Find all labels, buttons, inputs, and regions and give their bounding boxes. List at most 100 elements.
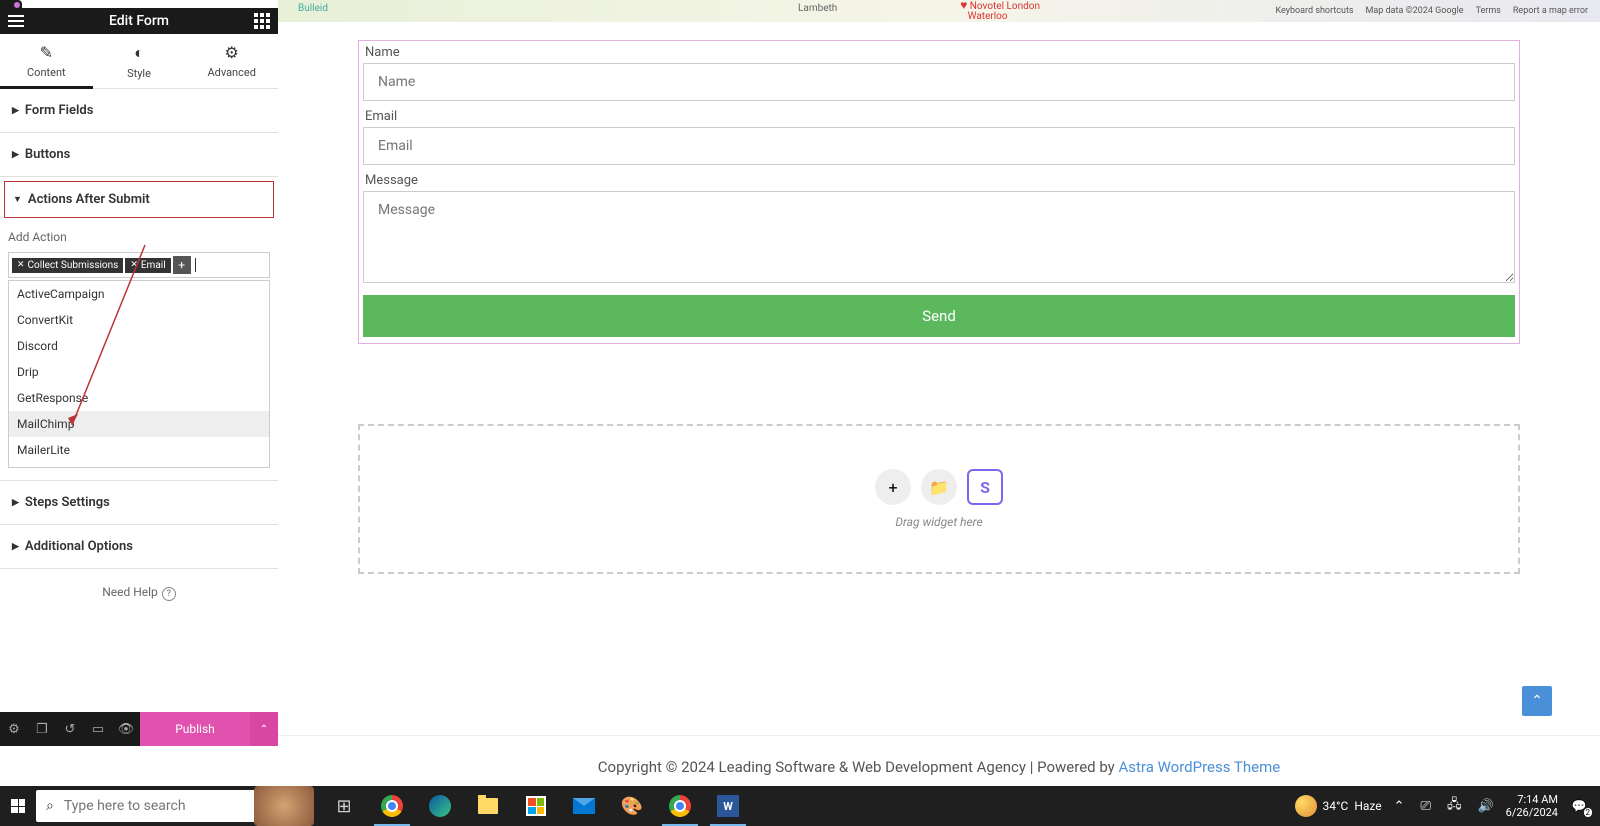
taskbar-search[interactable]: ⌕	[36, 790, 314, 822]
close-icon[interactable]: ✕	[17, 260, 25, 270]
dropdown-item[interactable]: Drip	[9, 359, 269, 385]
history-icon[interactable]: ↺	[56, 712, 84, 746]
dropdown-item[interactable]: Slack	[9, 463, 269, 468]
actions-dropdown[interactable]: ActiveCampaign ConvertKit Discord Drip G…	[8, 280, 270, 468]
close-icon[interactable]: ✕	[130, 260, 138, 270]
widgets-icon[interactable]	[254, 13, 270, 29]
chrome-icon	[669, 795, 691, 817]
pencil-icon: ✎	[40, 43, 53, 62]
weather-widget[interactable]: 34°C Haze	[1295, 795, 1382, 817]
tab-style[interactable]: ◐ Style	[93, 34, 186, 88]
gear-icon: ⚙	[225, 43, 239, 62]
contrast-icon: ◐	[134, 43, 144, 63]
meet-now-icon[interactable]: ⎚	[1417, 799, 1435, 814]
dropdown-item[interactable]: Discord	[9, 333, 269, 359]
tab-advanced[interactable]: ⚙ Advanced	[185, 34, 278, 88]
drop-zone[interactable]: + 📁 S Drag widget here	[358, 424, 1520, 574]
section-additional-options[interactable]: ▶Additional Options	[0, 525, 278, 568]
cortana-icon	[254, 786, 314, 826]
tab-label: Advanced	[207, 66, 255, 79]
settings-icon[interactable]: ⚙	[0, 712, 28, 746]
notifications-button[interactable]: 💬 2	[1566, 793, 1592, 819]
explorer-app[interactable]	[464, 786, 512, 826]
caret-right-icon: ▶	[12, 542, 19, 552]
panel-title: Edit Form	[24, 13, 254, 29]
theme-link[interactable]: Astra WordPress Theme	[1119, 758, 1281, 776]
section-buttons[interactable]: ▶Buttons	[0, 133, 278, 176]
temperature: 34°C	[1323, 799, 1349, 813]
tag-collect-submissions[interactable]: ✕Collect Submissions	[12, 258, 123, 273]
map-pin-icon: ♥	[960, 0, 967, 12]
map-terms-link[interactable]: Terms	[1476, 6, 1501, 16]
date: 6/26/2024	[1506, 806, 1558, 819]
task-view-button[interactable]: ⊞	[320, 786, 368, 826]
weather-condition: Haze	[1354, 799, 1381, 813]
chrome-icon	[381, 795, 403, 817]
page-footer: Copyright © 2024 Leading Software & Web …	[278, 735, 1600, 776]
publish-button[interactable]: Publish	[140, 712, 250, 746]
name-input[interactable]	[363, 63, 1515, 101]
store-app[interactable]	[512, 786, 560, 826]
volume-icon[interactable]: 🔊	[1473, 799, 1497, 814]
clock[interactable]: 7:14 AM 6/26/2024	[1506, 793, 1558, 819]
add-widget-button[interactable]: +	[875, 469, 911, 505]
edge-app[interactable]	[416, 786, 464, 826]
tag-email[interactable]: ✕Email	[125, 258, 170, 273]
tray-chevron-icon[interactable]: ⌃	[1390, 799, 1409, 814]
message-input[interactable]	[363, 191, 1515, 283]
message-label: Message	[363, 173, 1515, 188]
weather-icon	[1295, 795, 1317, 817]
start-button[interactable]	[0, 786, 36, 826]
edge-icon	[429, 795, 451, 817]
caret-down-icon: ▼	[13, 194, 22, 205]
email-input[interactable]	[363, 127, 1515, 165]
navigator-icon[interactable]: ❐	[28, 712, 56, 746]
search-icon: ⌕	[46, 798, 54, 814]
dropdown-item[interactable]: ActiveCampaign	[9, 281, 269, 307]
responsive-icon[interactable]: ▭	[84, 712, 112, 746]
add-action-label: Add Action	[8, 230, 270, 244]
dropdown-item-mailchimp[interactable]: MailChimp	[9, 411, 269, 437]
template-library-button[interactable]: 📁	[921, 469, 957, 505]
word-app[interactable]: W	[704, 786, 752, 826]
mail-app[interactable]	[560, 786, 608, 826]
mail-icon	[573, 798, 595, 814]
dropdown-item[interactable]: ConvertKit	[9, 307, 269, 333]
tab-label: Content	[27, 66, 66, 79]
preview-icon[interactable]: 👁	[112, 712, 140, 746]
folder-icon	[478, 798, 498, 814]
email-label: Email	[363, 109, 1515, 124]
chrome-app-2[interactable]	[656, 786, 704, 826]
caret-right-icon: ▶	[12, 498, 19, 508]
map-report-link[interactable]: Report a map error	[1513, 6, 1588, 16]
dropdown-item[interactable]: MailerLite	[9, 437, 269, 463]
store-icon	[526, 796, 546, 816]
windows-icon	[11, 799, 25, 813]
add-tag-button[interactable]: +	[173, 256, 191, 274]
form-widget[interactable]: Name Email Message Send	[358, 40, 1520, 344]
actions-tag-input[interactable]: ✕Collect Submissions ✕Email +	[8, 252, 270, 278]
section-steps-settings[interactable]: ▶Steps Settings	[0, 481, 278, 524]
need-help-link[interactable]: Need Help?	[0, 569, 278, 617]
publish-options[interactable]: ⌃	[250, 712, 278, 746]
network-icon[interactable]: 🖧	[1443, 795, 1466, 817]
caret-right-icon: ▶	[12, 106, 19, 116]
stripe-button[interactable]: S	[967, 469, 1003, 505]
menu-icon[interactable]	[8, 15, 24, 27]
time: 7:14 AM	[1517, 793, 1558, 806]
section-form-fields[interactable]: ▶Form Fields	[0, 89, 278, 132]
map-copyright: Map data ©2024 Google	[1366, 6, 1464, 16]
section-actions-after-submit[interactable]: ▼Actions After Submit	[4, 181, 274, 218]
dropdown-item[interactable]: GetResponse	[9, 385, 269, 411]
help-icon: ?	[162, 587, 176, 601]
name-label: Name	[363, 45, 1515, 60]
drop-hint: Drag widget here	[895, 515, 982, 529]
map-strip: Bulleid Lambeth ♥ Novotel London Waterlo…	[278, 0, 1600, 22]
tab-content[interactable]: ✎ Content	[0, 34, 93, 88]
map-shortcuts-link[interactable]: Keyboard shortcuts	[1275, 6, 1353, 16]
send-button[interactable]: Send	[363, 295, 1515, 337]
paint-app[interactable]: 🎨	[608, 786, 656, 826]
scroll-top-button[interactable]: ⌃	[1522, 686, 1552, 716]
chrome-app[interactable]	[368, 786, 416, 826]
word-icon: W	[717, 795, 739, 817]
